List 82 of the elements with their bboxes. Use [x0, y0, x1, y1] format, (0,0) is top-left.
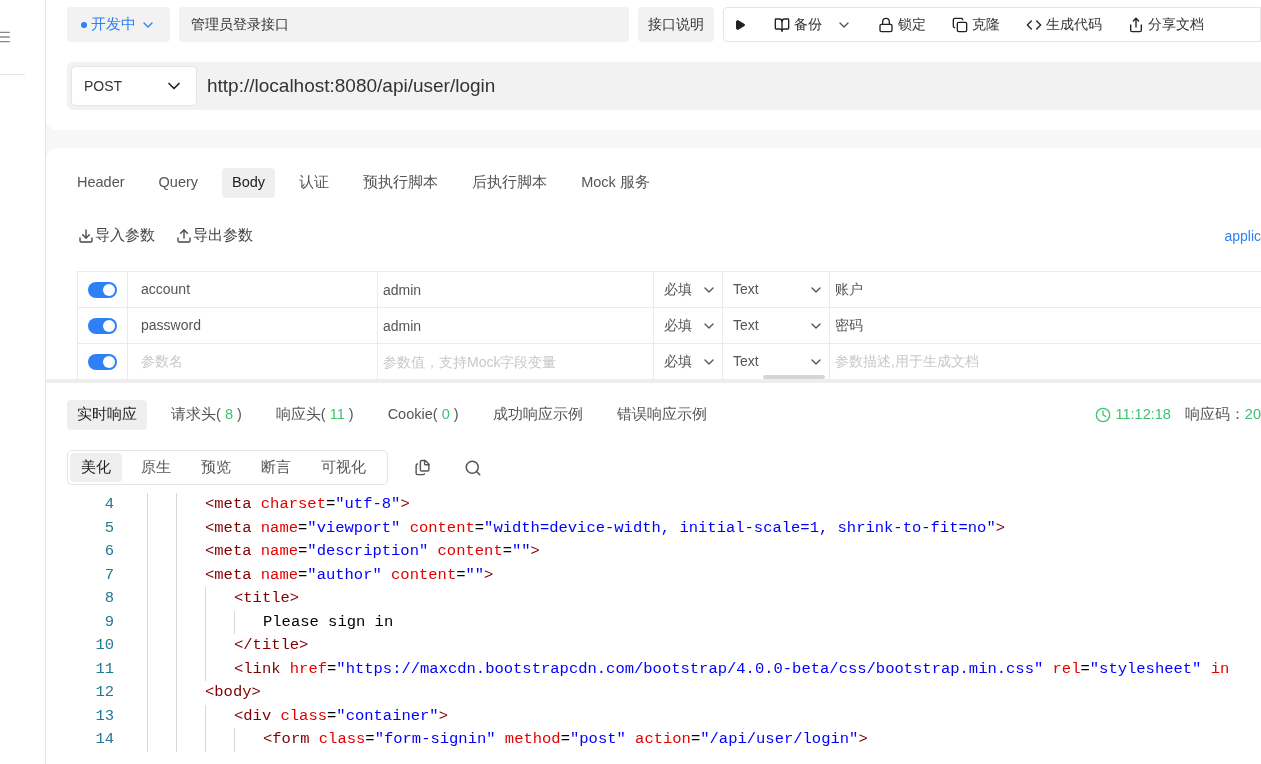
- toolbar-button[interactable]: 锁定: [878, 14, 926, 35]
- share-icon: [1128, 16, 1144, 33]
- import-button[interactable]: 导入参数: [78, 225, 155, 247]
- code-line: <meta name="description" content="">: [205, 541, 540, 563]
- code-line: <meta charset="utf-8">: [205, 494, 410, 516]
- param-description-field[interactable]: 账户: [830, 272, 1261, 307]
- line-number: 6: [103, 541, 114, 563]
- param-value-field[interactable]: admin: [378, 308, 654, 343]
- param-name-field[interactable]: account: [128, 272, 378, 307]
- toolbar-button[interactable]: 生成代码: [1026, 14, 1102, 35]
- copy-icon[interactable]: [414, 459, 431, 476]
- code-line: <body>: [205, 682, 261, 704]
- code-line: <form class="form-signin" method="post" action="/api/user/login">: [263, 729, 868, 751]
- toolbar-button[interactable]: 克隆: [952, 14, 1000, 35]
- line-number: 7: [103, 564, 114, 586]
- line-number: 10: [94, 635, 114, 657]
- param-description-field[interactable]: 密码: [830, 308, 1261, 343]
- view-tab[interactable]: 美化: [70, 453, 122, 482]
- toggle-switch[interactable]: [88, 317, 117, 334]
- content-type-link[interactable]: applic: [1224, 225, 1261, 247]
- line-number: 13: [94, 705, 114, 727]
- run-button[interactable]: [734, 18, 748, 31]
- view-tab[interactable]: 可视化: [310, 453, 377, 482]
- lock-icon: [878, 16, 894, 33]
- line-number: 12: [94, 682, 114, 704]
- type-dropdown[interactable]: Text: [723, 272, 830, 307]
- menu-icon[interactable]: [0, 29, 12, 45]
- download-icon: [78, 228, 94, 244]
- code-line: </title>: [234, 635, 309, 657]
- line-number: 14: [94, 729, 114, 751]
- tab[interactable]: Query: [148, 168, 209, 198]
- doc-button[interactable]: 接口说明: [638, 7, 714, 42]
- required-dropdown[interactable]: 必填: [654, 272, 723, 307]
- search-icon[interactable]: [464, 458, 482, 477]
- view-tab[interactable]: 断言: [250, 453, 302, 482]
- tab[interactable]: 后执行脚本: [462, 168, 558, 198]
- tab[interactable]: Header: [67, 168, 135, 198]
- param-value-field[interactable]: admin: [378, 272, 654, 307]
- clock-icon: [1095, 407, 1112, 423]
- toggle-switch[interactable]: [88, 353, 117, 370]
- line-number: 5: [103, 517, 114, 539]
- line-number: 8: [103, 588, 114, 610]
- method-dropdown[interactable]: POST: [71, 66, 197, 106]
- status-dropdown[interactable]: 开发中: [67, 7, 170, 42]
- response-time: 11:12:18: [1115, 405, 1171, 425]
- code-line: Please sign in: [263, 611, 394, 633]
- view-tab[interactable]: 预览: [190, 453, 242, 482]
- tab[interactable]: Body: [222, 168, 276, 198]
- tab[interactable]: 预执行脚本: [353, 168, 449, 198]
- upload-icon: [176, 228, 192, 244]
- tab[interactable]: 认证: [289, 168, 340, 198]
- toolbar-button[interactable]: 分享文档: [1128, 14, 1204, 35]
- line-number: 11: [94, 658, 114, 680]
- url-field[interactable]: http://localhost:8080/api/user/login: [207, 71, 1261, 101]
- url-bar[interactable]: POST http://localhost:8080/api/user/login: [67, 62, 1261, 110]
- book-icon: [774, 16, 790, 33]
- toolbar-button[interactable]: 备份: [774, 14, 852, 35]
- response-tab[interactable]: 错误响应示例: [606, 400, 717, 430]
- code-line: <link href="https://maxcdn.bootstrapcdn.com/bootstrap/4.0.0-beta/css/bootstrap.min.css" rel="stylesheet" in: [234, 658, 1230, 680]
- code-line: <div class="container">: [234, 705, 448, 727]
- line-number: 9: [103, 611, 114, 633]
- response-tab[interactable]: 响应头( 11 ): [265, 400, 364, 430]
- code-line: <meta name="author" content="">: [205, 564, 494, 586]
- toggle-switch[interactable]: [88, 281, 117, 298]
- code-line: <meta name="viewport" content="width=device-width, initial-scale=1, shrink-to-fit=no">: [205, 517, 1005, 539]
- line-number: 4: [103, 494, 114, 516]
- response-tab[interactable]: 实时响应: [67, 400, 147, 430]
- api-name-field[interactable]: 管理员登录接口: [179, 7, 629, 42]
- code-line: <title>: [234, 588, 300, 610]
- response-tab[interactable]: 成功响应示例: [482, 400, 593, 430]
- status-code-label: 响应码：: [1184, 405, 1245, 425]
- copy-icon: [952, 16, 968, 33]
- tab[interactable]: Mock 服务: [571, 168, 660, 198]
- required-dropdown[interactable]: 必填: [654, 308, 723, 343]
- param-name-field[interactable]: password: [128, 308, 378, 343]
- response-tab[interactable]: Cookie( 0 ): [377, 400, 469, 430]
- export-button[interactable]: 导出参数: [176, 225, 253, 247]
- play-icon: [734, 18, 746, 31]
- status-code: 20: [1244, 405, 1261, 425]
- type-dropdown[interactable]: Text: [723, 308, 830, 343]
- view-tab[interactable]: 原生: [130, 453, 182, 482]
- response-tab[interactable]: 请求头( 8 ): [161, 400, 252, 430]
